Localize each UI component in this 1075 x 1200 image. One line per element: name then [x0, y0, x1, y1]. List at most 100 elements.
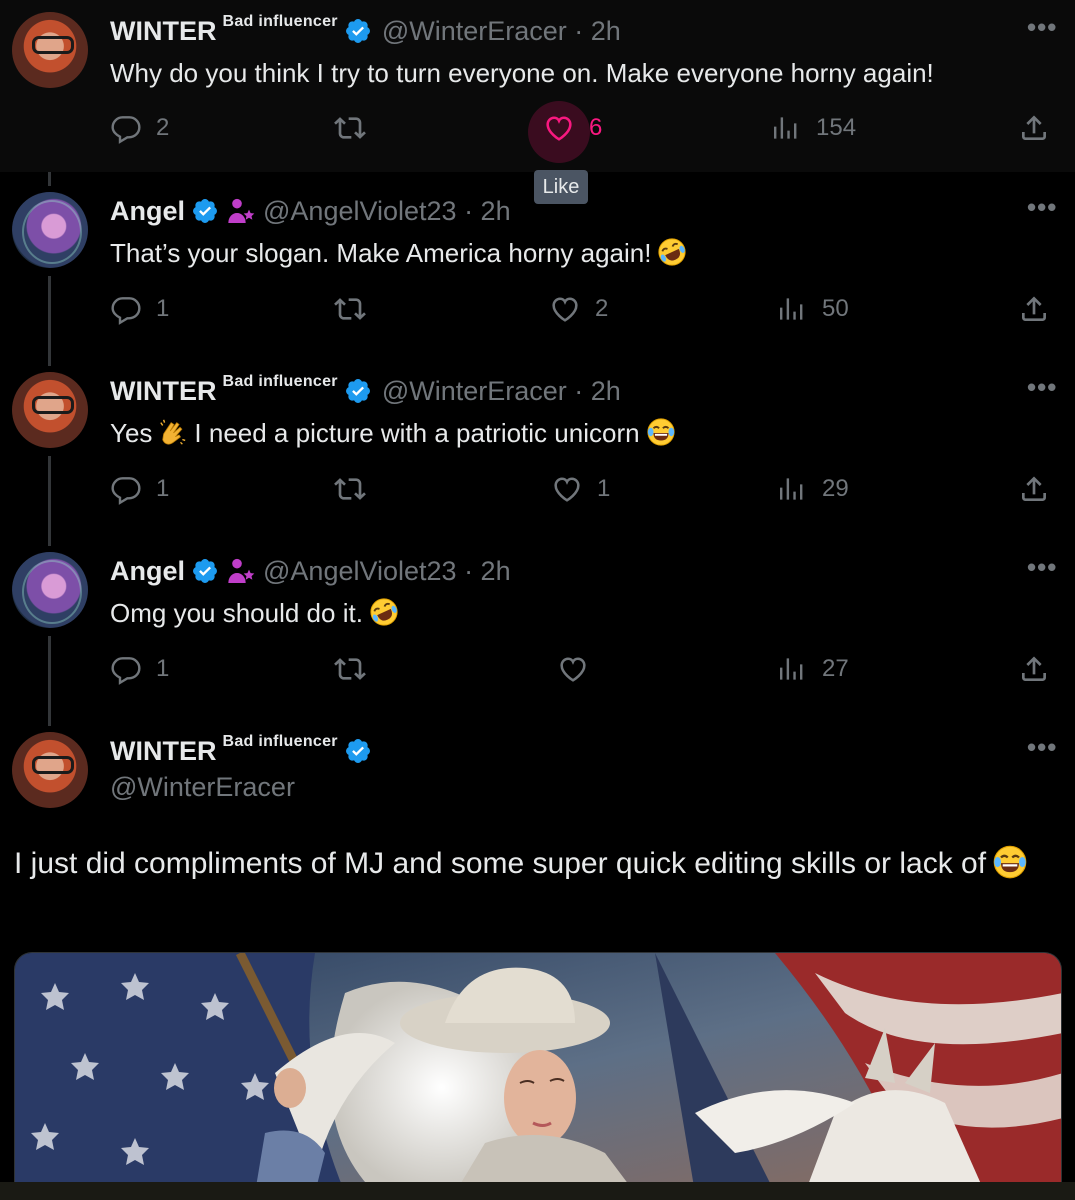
reply-icon [110, 653, 142, 685]
tweet-text-start: Yes [110, 418, 153, 448]
more-options-icon[interactable]: ••• [1027, 374, 1057, 410]
like-count: 2 [595, 295, 609, 322]
like-button[interactable]: 6 [543, 112, 602, 144]
share-icon [1018, 473, 1050, 505]
share-icon [1018, 112, 1050, 144]
verified-badge-icon[interactable] [344, 377, 372, 405]
more-options-icon[interactable]: ••• [1027, 734, 1057, 770]
affiliation-label[interactable]: Bad influencer [222, 373, 337, 391]
heart-icon [549, 293, 581, 325]
more-options-icon[interactable]: ••• [1027, 554, 1057, 590]
tweet-actions: 1 1 29 [0, 473, 1075, 513]
views-count: 27 [822, 655, 849, 682]
avatar[interactable] [12, 192, 88, 268]
share-icon [1018, 653, 1050, 685]
tweet-header: WINTER Bad influencer [110, 733, 372, 768]
share-icon [1018, 293, 1050, 325]
reply-button[interactable]: 2 [110, 112, 169, 144]
avatar[interactable] [12, 372, 88, 448]
views-count: 154 [816, 114, 857, 141]
affiliation-label[interactable]: Bad influencer [222, 13, 337, 31]
share-button[interactable] [1018, 653, 1050, 685]
views-button[interactable]: 27 [776, 653, 849, 685]
more-options-icon[interactable]: ••• [1027, 14, 1057, 50]
clapping-hands-emoji-icon [158, 417, 188, 447]
tweet[interactable]: Angel @AngelViolet23 · 2h ••• That’s you… [0, 180, 1075, 356]
rolling-on-floor-laughing-emoji-icon [369, 597, 399, 627]
verified-badge-icon[interactable] [191, 557, 219, 585]
views-icon [770, 112, 802, 144]
tweet-media-image[interactable] [14, 952, 1062, 1192]
views-button[interactable]: 29 [776, 473, 849, 505]
display-name[interactable]: Angel [110, 556, 185, 587]
like-tooltip: Like [534, 170, 588, 204]
share-button[interactable] [1018, 112, 1050, 144]
handle[interactable]: @WinterEracer · 2h [382, 376, 621, 407]
reply-button[interactable]: 1 [110, 473, 169, 505]
handle[interactable]: @WinterEracer · 2h [382, 16, 621, 47]
tweet-text: Yes I need a picture with a patriotic uni… [110, 415, 676, 451]
retweet-button[interactable] [334, 112, 380, 144]
tears-of-joy-emoji-icon [992, 844, 1028, 880]
heart-icon [543, 112, 575, 144]
retweet-icon [334, 112, 366, 144]
like-count: 6 [589, 114, 603, 141]
reply-icon [110, 112, 142, 144]
verified-badge-icon[interactable] [344, 17, 372, 45]
avatar[interactable] [12, 12, 88, 88]
share-button[interactable] [1018, 293, 1050, 325]
tweet[interactable]: Angel @AngelViolet23 · 2h ••• Omg you sh… [0, 540, 1075, 716]
views-button[interactable]: 50 [776, 293, 849, 325]
retweet-icon [334, 653, 366, 685]
tweet-text: Why do you think I try to turn everyone … [110, 58, 934, 88]
affiliation-label[interactable]: Bad influencer [222, 733, 337, 751]
display-name[interactable]: WINTER [110, 376, 216, 407]
reply-count: 1 [156, 655, 170, 682]
handle[interactable]: @WinterEracer [110, 772, 295, 803]
bottom-edge [0, 1182, 1075, 1200]
views-icon [776, 473, 808, 505]
like-button[interactable]: 2 [549, 293, 608, 325]
views-icon [776, 653, 808, 685]
tweet-text: That’s your slogan. Make America horny a… [110, 235, 687, 271]
verified-badge-icon[interactable] [191, 197, 219, 225]
avatar[interactable] [12, 552, 88, 628]
display-name[interactable]: Angel [110, 196, 185, 227]
retweet-button[interactable] [334, 653, 380, 685]
subscriber-badge-icon[interactable] [225, 195, 257, 227]
display-name[interactable]: WINTER [110, 16, 216, 47]
tweet-actions: 2 6 154 [0, 101, 1075, 163]
media-illustration [15, 953, 1061, 1191]
reply-count: 1 [156, 295, 170, 322]
tweet-header: WINTER Bad influencer @WinterEracer · 2h [110, 373, 621, 408]
views-icon [776, 293, 808, 325]
like-button[interactable]: 1 [551, 473, 610, 505]
retweet-button[interactable] [334, 473, 380, 505]
rolling-on-floor-laughing-emoji-icon [657, 237, 687, 267]
retweet-button[interactable] [334, 293, 380, 325]
share-button[interactable] [1018, 473, 1050, 505]
like-count: 1 [597, 475, 611, 502]
handle[interactable]: @AngelViolet23 · 2h [263, 556, 511, 587]
verified-badge-icon[interactable] [344, 737, 372, 765]
tweet[interactable]: WINTER Bad influencer @WinterEracer · 2h… [0, 0, 1075, 172]
subscriber-badge-icon[interactable] [225, 555, 257, 587]
tweet[interactable]: WINTER Bad influencer @WinterEracer · 2h… [0, 360, 1075, 536]
avatar[interactable] [12, 732, 88, 808]
reply-button[interactable]: 1 [110, 293, 169, 325]
views-button[interactable]: 154 [770, 112, 856, 144]
like-button[interactable] [557, 653, 603, 685]
tweet-text-content: That’s your slogan. Make America horny a… [110, 238, 652, 268]
more-options-icon[interactable]: ••• [1027, 194, 1057, 230]
reply-icon [110, 473, 142, 505]
heart-icon [551, 473, 583, 505]
tweet-text-end: I need a picture with a patriotic unicor… [194, 418, 640, 448]
reply-icon [110, 293, 142, 325]
reply-count: 1 [156, 475, 170, 502]
heart-icon [557, 653, 589, 685]
tweet-text: I just did compliments of MJ and some su… [14, 842, 1054, 886]
reply-count: 2 [156, 114, 170, 141]
display-name[interactable]: WINTER [110, 736, 216, 767]
reply-button[interactable]: 1 [110, 653, 169, 685]
handle[interactable]: @AngelViolet23 · 2h [263, 196, 511, 227]
